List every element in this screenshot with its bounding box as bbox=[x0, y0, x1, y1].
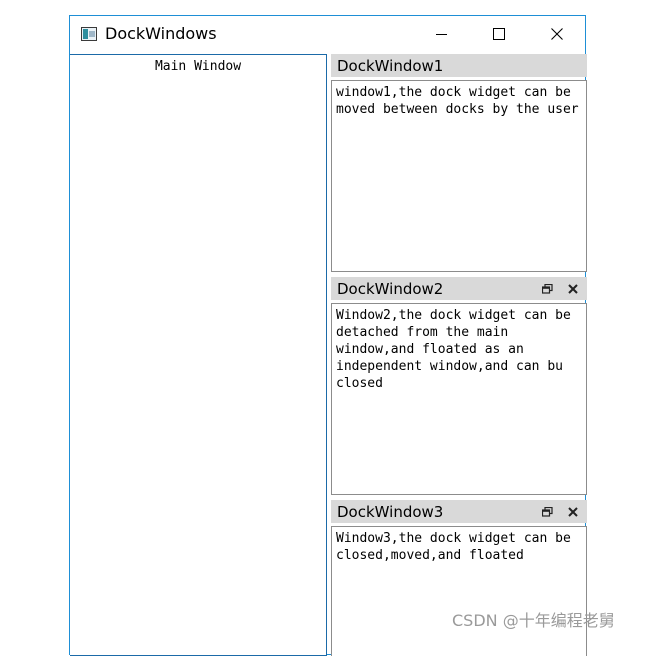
watermark: CSDN @十年编程老舅 bbox=[452, 611, 615, 630]
float-icon bbox=[541, 284, 553, 294]
window-title: DockWindows bbox=[105, 24, 217, 43]
dock-title-bar-1[interactable]: DockWindow1 bbox=[331, 54, 587, 77]
dock-title-bar-3[interactable]: DockWindow3 bbox=[331, 500, 587, 523]
title-bar[interactable]: DockWindows bbox=[70, 16, 585, 54]
maximize-icon bbox=[493, 28, 505, 40]
dock-title-2: DockWindow2 bbox=[337, 280, 444, 298]
dock-content-1[interactable]: window1,the dock widget can be moved bet… bbox=[331, 80, 587, 272]
dock-float-button-2[interactable] bbox=[539, 281, 555, 297]
main-window: DockWindows Main Window DockWindow1 wind… bbox=[69, 15, 587, 656]
minimize-button[interactable] bbox=[416, 16, 466, 52]
dock-text-3: Window3,the dock widget can be closed,mo… bbox=[336, 531, 579, 563]
dock-window-1: DockWindow1 window1,the dock widget can … bbox=[331, 54, 587, 272]
close-icon bbox=[551, 28, 563, 40]
close-button[interactable] bbox=[532, 16, 582, 52]
dock-title-1: DockWindow1 bbox=[337, 57, 444, 75]
app-window-icon bbox=[81, 27, 97, 41]
main-window-label: Main Window bbox=[154, 59, 242, 74]
close-icon bbox=[568, 507, 578, 517]
dock-window-3: DockWindow3 Window3,the dock widget can … bbox=[331, 500, 587, 656]
dock-window-2: DockWindow2 Window2,the dock widget can … bbox=[331, 277, 587, 495]
dock-content-2[interactable]: Window2,the dock widget can be detached … bbox=[331, 303, 587, 495]
minimize-icon bbox=[435, 33, 447, 35]
close-icon bbox=[568, 284, 578, 294]
dock-title-3: DockWindow3 bbox=[337, 503, 444, 521]
float-icon bbox=[541, 507, 553, 517]
dock-text-2: Window2,the dock widget can be detached … bbox=[336, 308, 579, 391]
dock-float-button-3[interactable] bbox=[539, 504, 555, 520]
main-central-widget: Main Window bbox=[70, 54, 327, 656]
maximize-button[interactable] bbox=[474, 16, 524, 52]
dock-text-1: window1,the dock widget can be moved bet… bbox=[336, 85, 579, 117]
dock-close-button-2[interactable] bbox=[565, 281, 581, 297]
dock-title-bar-2[interactable]: DockWindow2 bbox=[331, 277, 587, 300]
dock-close-button-3[interactable] bbox=[565, 504, 581, 520]
